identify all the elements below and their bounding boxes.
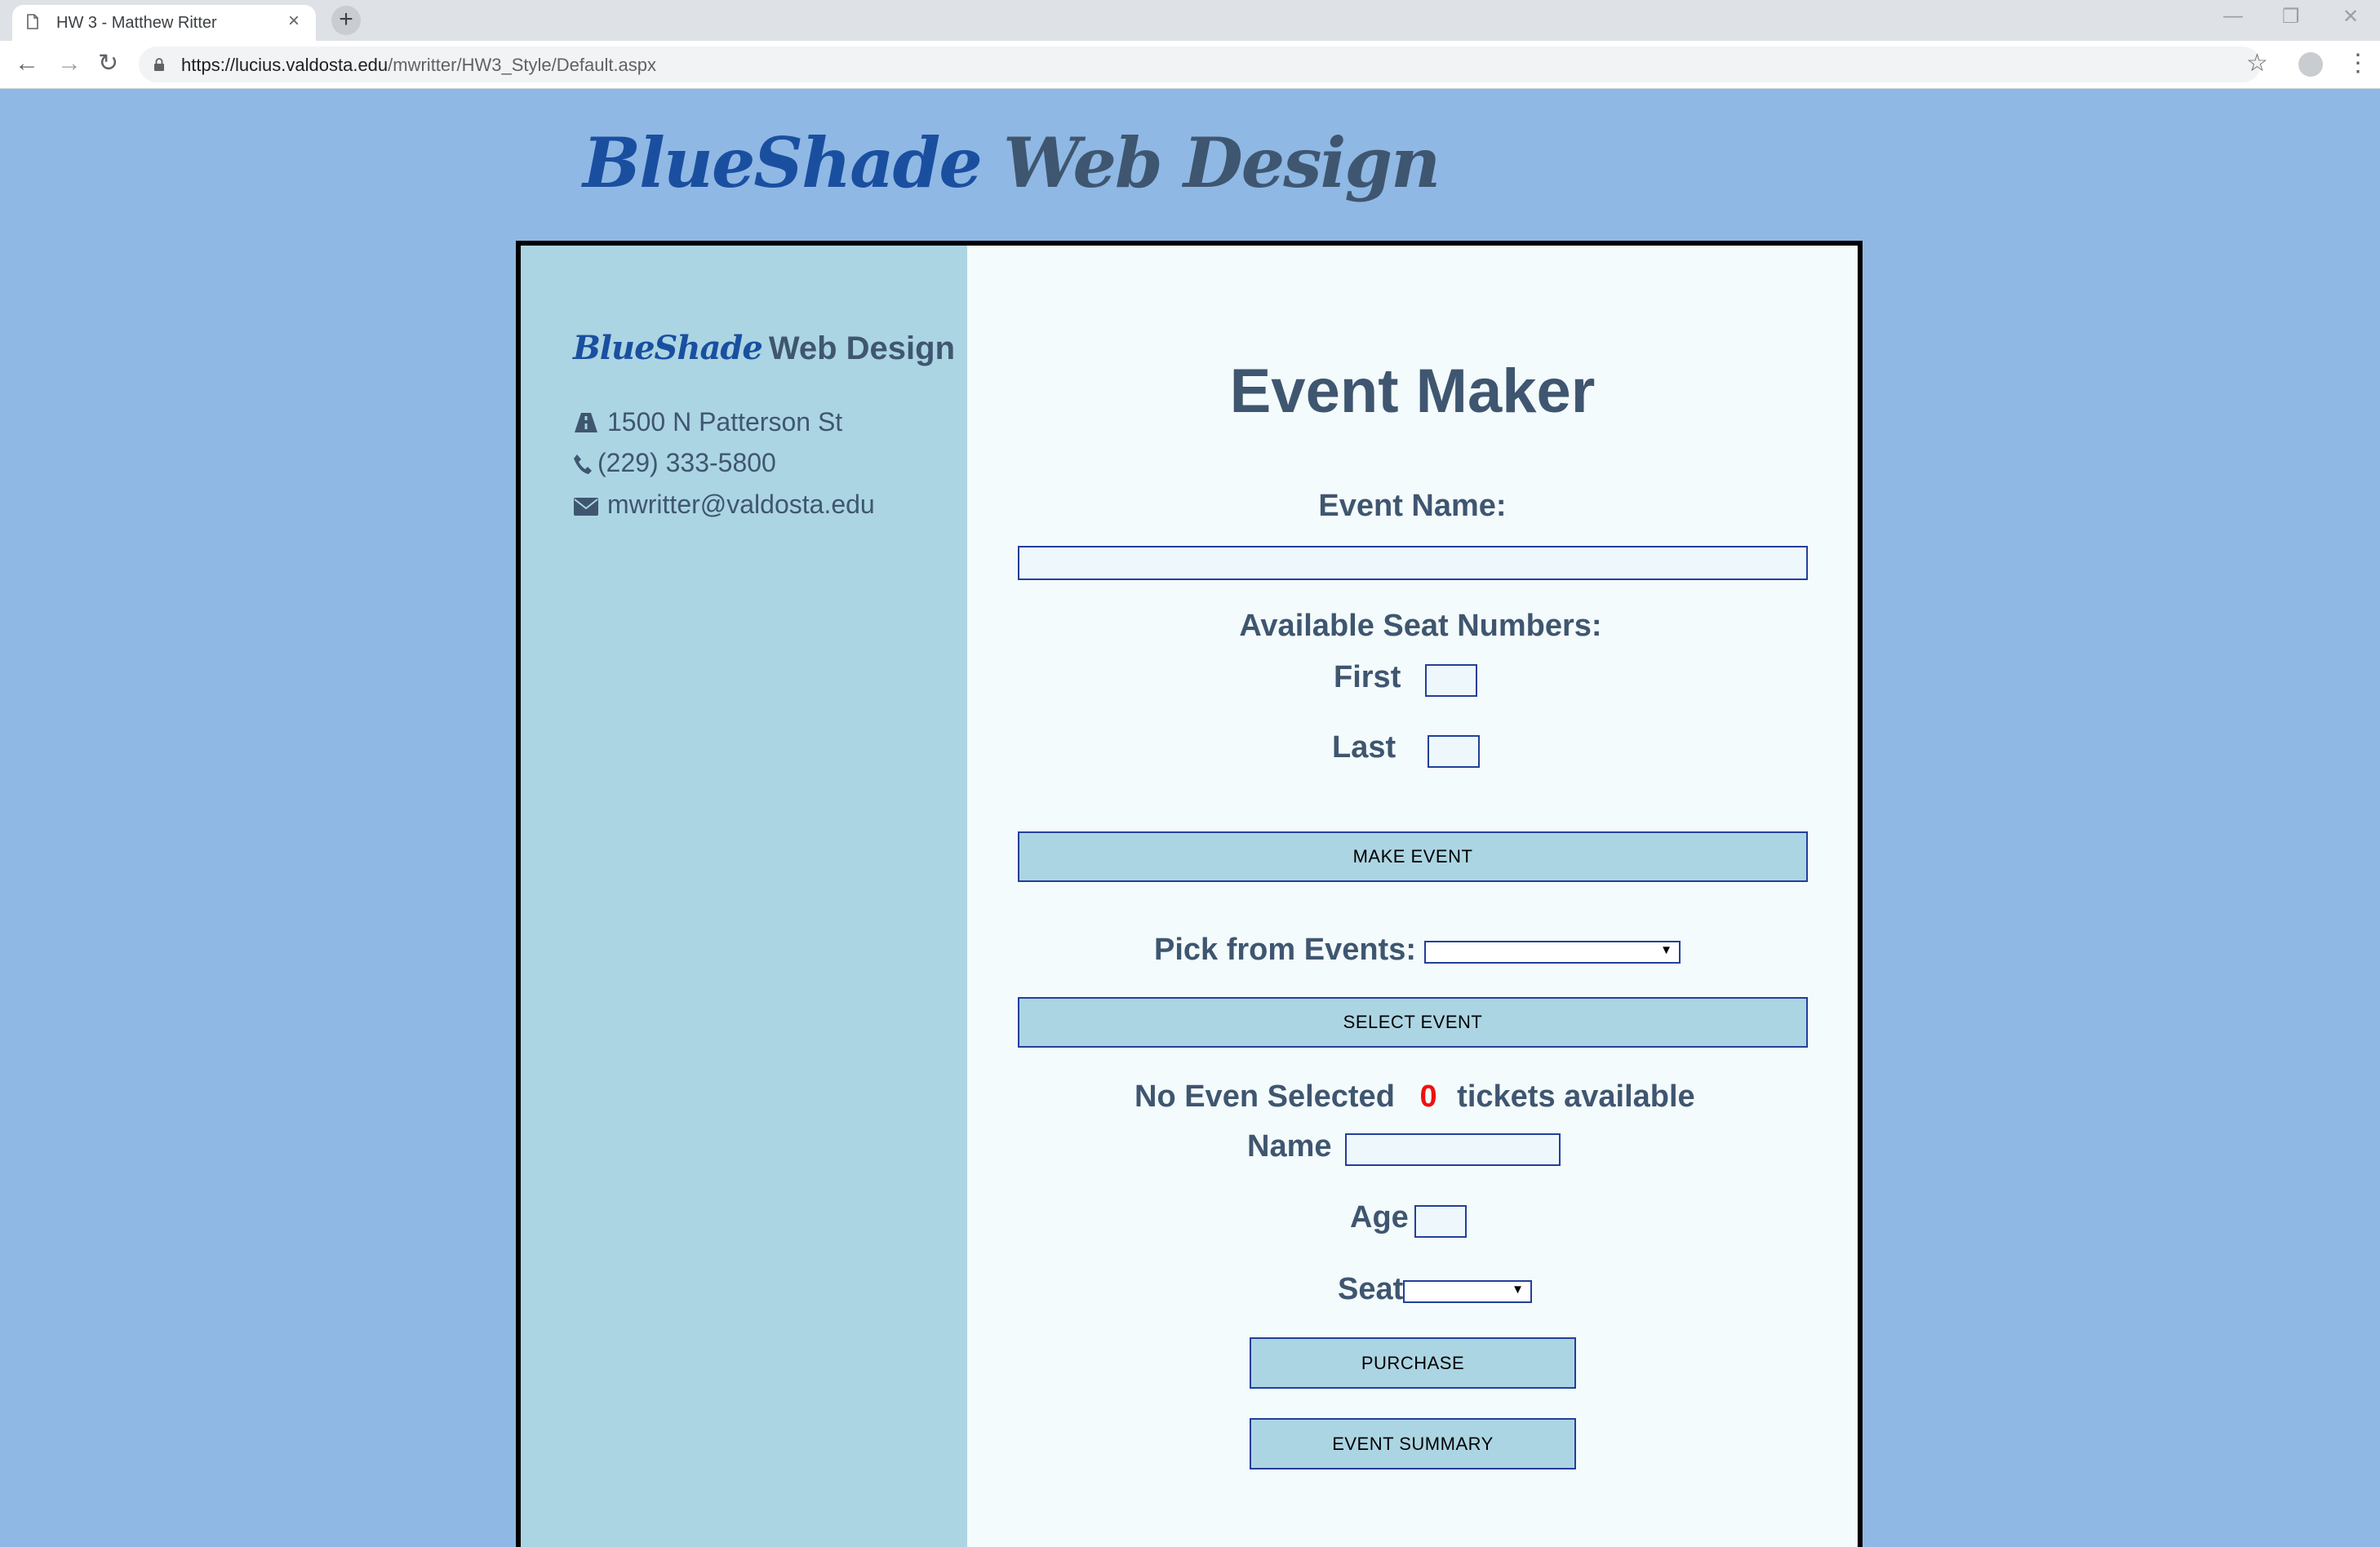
- dropdown-arrow-icon: ▼: [1512, 1283, 1524, 1297]
- url-text: https://lucius.valdosta.edu/mwritter/HW3…: [181, 55, 656, 76]
- event-name-label: Event Name:: [1318, 489, 1507, 523]
- events-dropdown[interactable]: ▼: [1424, 941, 1681, 964]
- envelope-icon: [574, 498, 598, 516]
- site-logo-webdesign: Web Design: [1003, 122, 1441, 203]
- sidebar: BlueShade Web Design 1500 N Patterson St …: [521, 246, 967, 1547]
- site-logo-blueshade: BlueShade: [583, 122, 983, 203]
- last-seat-input[interactable]: [1428, 735, 1480, 768]
- age-label: Age: [1350, 1200, 1409, 1234]
- event-status: No Even Selected 0 tickets available: [1134, 1079, 1695, 1115]
- forward-icon[interactable]: →: [57, 49, 82, 78]
- dropdown-arrow-icon: ▼: [1660, 943, 1672, 957]
- purchase-button[interactable]: PURCHASE: [1250, 1337, 1576, 1389]
- sidebar-logo: BlueShade Web Design: [573, 329, 955, 367]
- url-host: https://lucius.valdosta.edu: [181, 55, 389, 75]
- phone-icon: [574, 454, 592, 474]
- make-event-button[interactable]: MAKE EVENT: [1018, 831, 1808, 882]
- url-field[interactable]: https://lucius.valdosta.edu/mwritter/HW3…: [139, 47, 2261, 82]
- sidebar-logo-webdesign: Web Design: [768, 330, 956, 366]
- first-seat-input[interactable]: [1425, 664, 1477, 697]
- status-text: No Even Selected: [1134, 1079, 1395, 1114]
- age-input[interactable]: [1414, 1205, 1467, 1238]
- event-name-input[interactable]: [1018, 546, 1808, 580]
- sidebar-logo-blueshade: BlueShade: [573, 329, 763, 367]
- url-path: /mwritter/HW3_Style/Default.aspx: [388, 55, 657, 75]
- name-input[interactable]: [1345, 1133, 1561, 1166]
- profile-avatar-icon[interactable]: [2298, 52, 2323, 77]
- main-content: Event Maker Event Name: Available Seat N…: [967, 246, 1858, 1547]
- phone-text: (229) 333-5800: [597, 448, 776, 477]
- site-logo: BlueShade Web Design: [583, 122, 1441, 203]
- browser-tab-bar: HW 3 - Matthew Ritter × + — ❐ ✕: [0, 0, 2380, 41]
- seat-label: Seat: [1338, 1272, 1404, 1306]
- seat-dropdown[interactable]: ▼: [1403, 1280, 1532, 1303]
- bookmark-star-icon[interactable]: ☆: [2246, 49, 2268, 78]
- address-text: 1500 N Patterson St: [607, 407, 843, 437]
- contact-email[interactable]: mwritter@valdosta.edu: [573, 490, 875, 520]
- tickets-count: 0: [1419, 1079, 1437, 1114]
- name-label: Name: [1247, 1129, 1332, 1164]
- content-frame: BlueShade Web Design 1500 N Patterson St …: [516, 241, 1863, 1547]
- minimize-icon[interactable]: —: [2223, 5, 2243, 28]
- pick-events-label: Pick from Events:: [1154, 933, 1416, 967]
- seat-numbers-label: Available Seat Numbers:: [1239, 609, 1602, 643]
- tab-close-icon[interactable]: ×: [288, 11, 300, 31]
- back-icon[interactable]: ←: [15, 49, 39, 78]
- browser-tab[interactable]: HW 3 - Matthew Ritter ×: [12, 5, 316, 41]
- tickets-available-text: tickets available: [1457, 1079, 1695, 1114]
- lock-icon: [154, 58, 164, 71]
- window-close-icon[interactable]: ✕: [2342, 5, 2359, 29]
- page-title: Event Maker: [1229, 357, 1596, 426]
- first-seat-label: First: [1334, 660, 1401, 694]
- event-summary-button[interactable]: EVENT SUMMARY: [1250, 1418, 1576, 1469]
- tab-title: HW 3 - Matthew Ritter: [56, 14, 217, 32]
- email-link[interactable]: mwritter@valdosta.edu: [607, 490, 875, 519]
- contact-phone: (229) 333-5800: [573, 448, 776, 478]
- restore-icon[interactable]: ❐: [2282, 5, 2300, 29]
- address-bar: ← → ↻ https://lucius.valdosta.edu/mwritt…: [0, 41, 2380, 89]
- reload-icon[interactable]: ↻: [98, 49, 118, 78]
- last-seat-label: Last: [1332, 730, 1396, 765]
- road-icon: [575, 413, 597, 432]
- select-event-button[interactable]: SELECT EVENT: [1018, 997, 1808, 1048]
- document-icon: [27, 14, 38, 29]
- new-tab-button[interactable]: +: [331, 6, 361, 35]
- contact-address: 1500 N Patterson St: [573, 407, 842, 437]
- browser-menu-icon[interactable]: ⋮: [2346, 49, 2370, 78]
